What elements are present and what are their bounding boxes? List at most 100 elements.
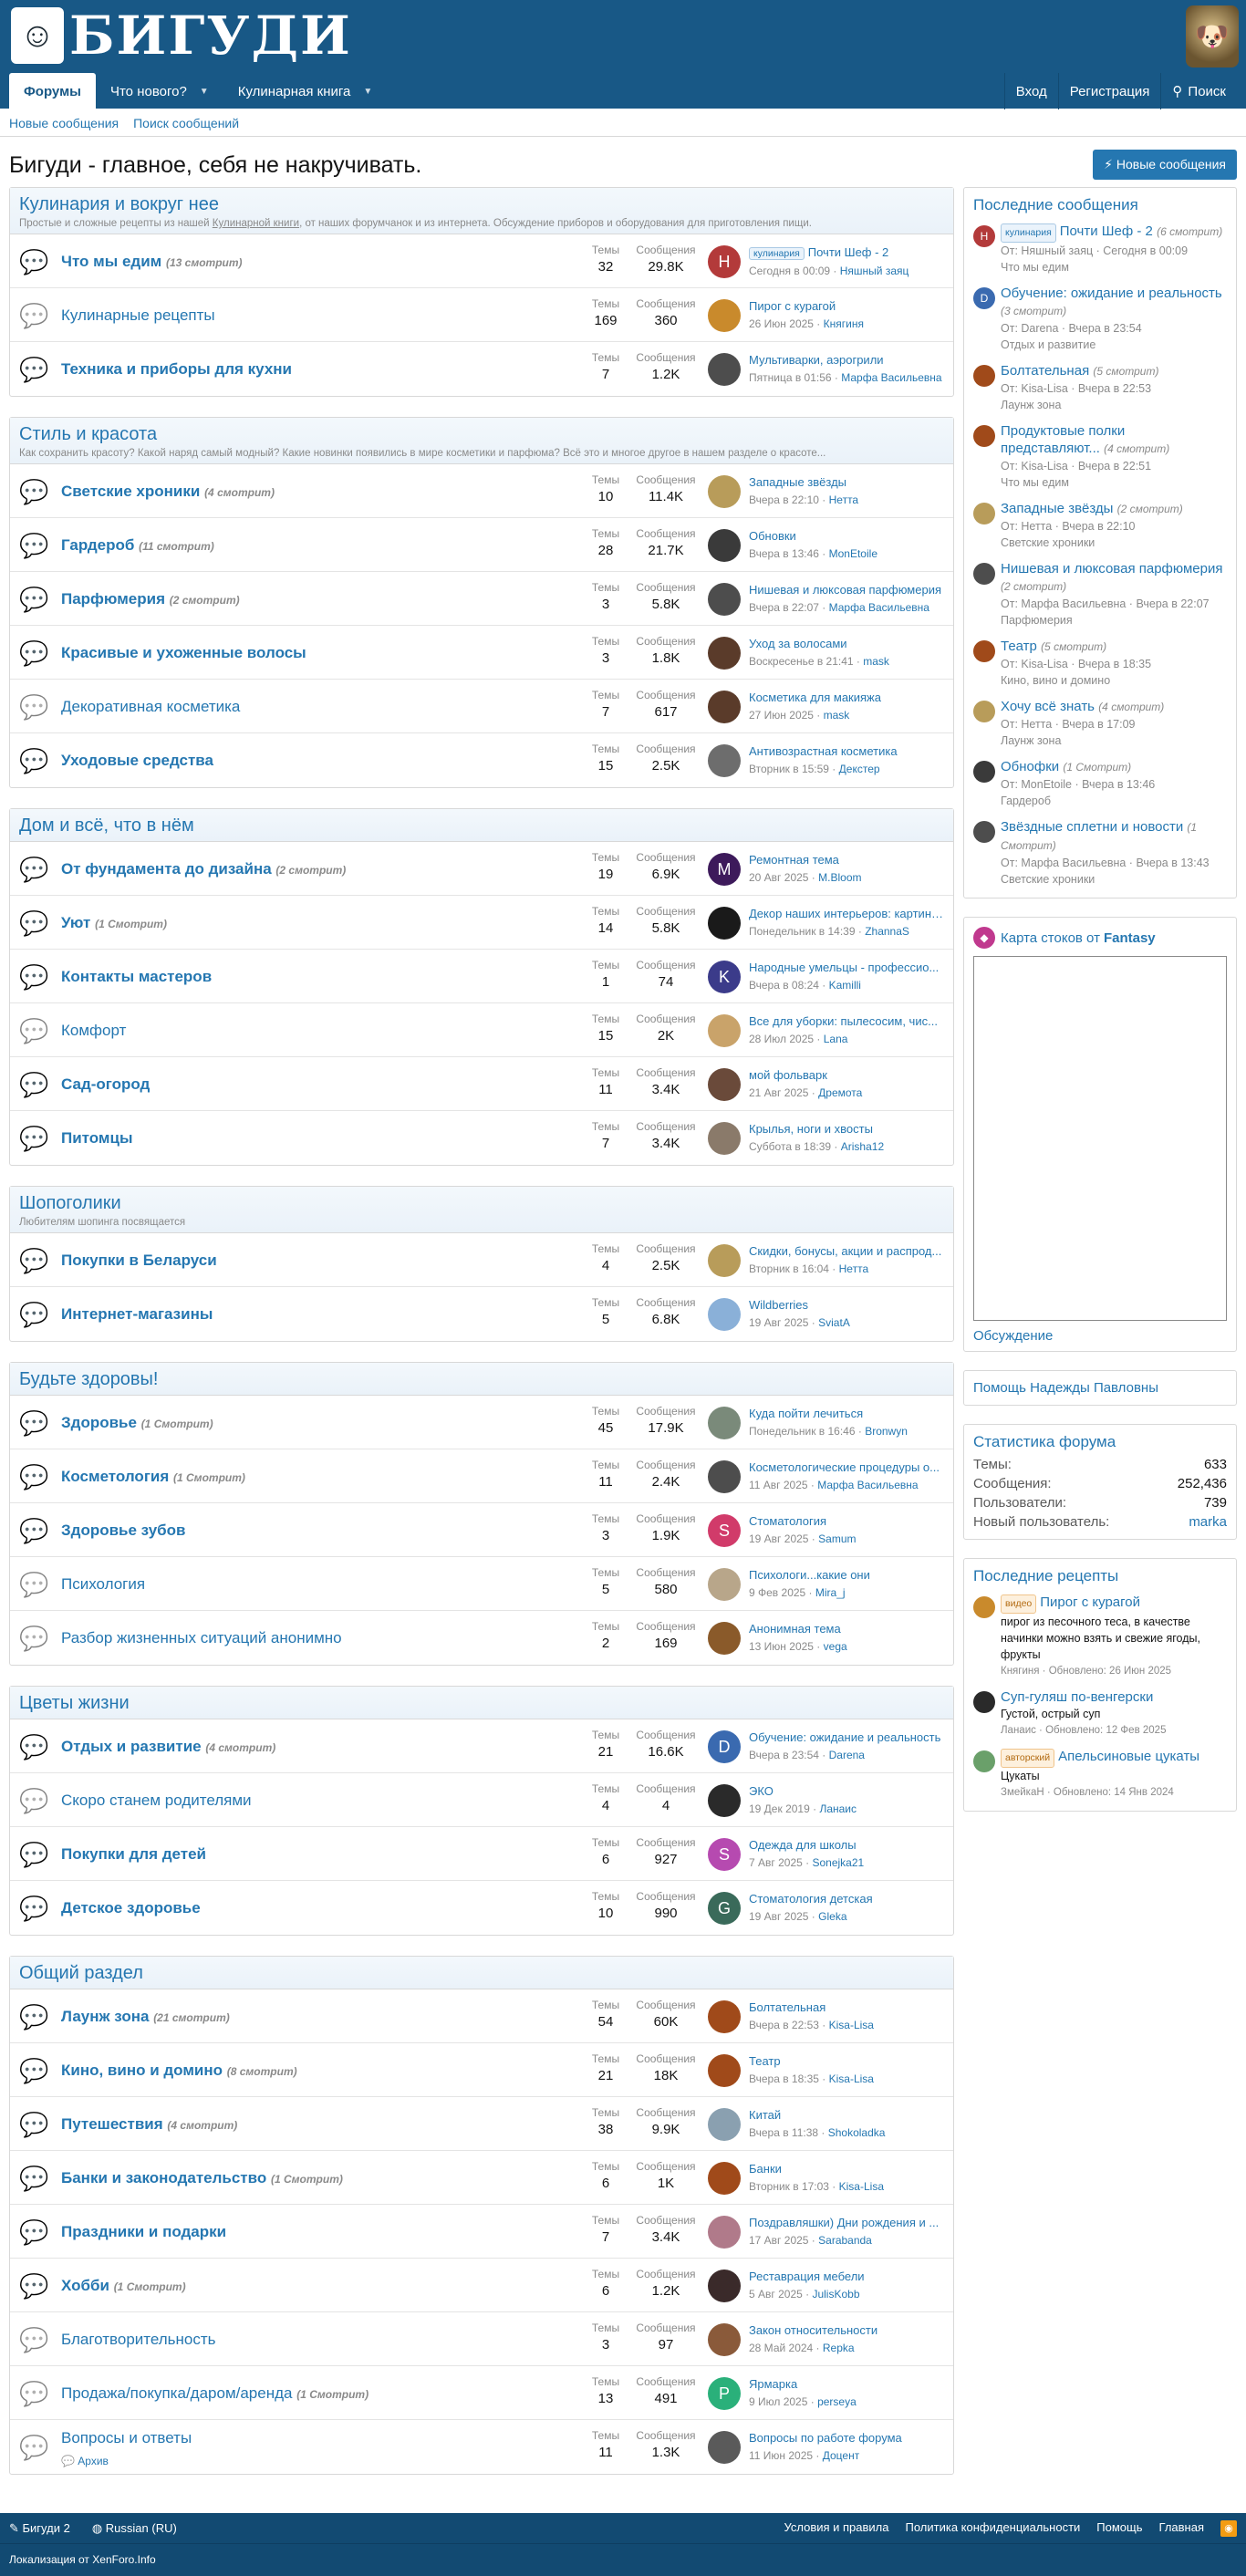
forum-row[interactable]: 💬 Косметология (1 Смотрит) Темы 11 Сообщения… xyxy=(10,1449,953,1503)
last-post-title[interactable]: Поздравляшки) Дни рождения и ... xyxy=(749,2216,948,2229)
last-post-user[interactable]: Ланаис xyxy=(819,1802,857,1815)
last-post-title[interactable]: Одежда для школы xyxy=(749,1838,948,1852)
user-avatar[interactable] xyxy=(708,2162,741,2195)
last-post-user[interactable]: ZhannaS xyxy=(865,925,909,938)
forum-title[interactable]: Комфорт xyxy=(61,1022,126,1040)
latest-post-forum[interactable]: Светские хроники xyxy=(1001,871,1227,888)
tab-whats-new[interactable]: Что нового? ▼ xyxy=(96,73,223,109)
forum-row[interactable]: 💬 Сад-огород Темы 11 Сообщения 3.4K мой фольва… xyxy=(10,1057,953,1111)
user-avatar[interactable] xyxy=(973,821,995,843)
last-post-title[interactable]: Декор наших интерьеров: картины... xyxy=(749,907,948,920)
forum-row[interactable]: 💬 Питомцы Темы 7 Сообщения 3.4K Крылья, ноги и… xyxy=(10,1111,953,1165)
last-post-title[interactable]: Косметика для макияжа xyxy=(749,691,948,704)
forum-title[interactable]: Благотворительность xyxy=(61,2331,216,2349)
forum-title[interactable]: Покупки для детей xyxy=(61,1845,206,1864)
style-chooser[interactable]: ✎ Бигуди 2 xyxy=(9,2521,81,2535)
last-post-user[interactable]: Bronwyn xyxy=(865,1425,908,1438)
last-post-title[interactable]: Болтательная xyxy=(749,2000,948,2014)
tab-forums[interactable]: Форумы xyxy=(9,73,96,109)
user-avatar[interactable] xyxy=(708,2216,741,2249)
forum-row[interactable]: 💬 Уходовые средства Темы 15 Сообщения 2.5K Ант… xyxy=(10,733,953,787)
last-post-title[interactable]: Обновки xyxy=(749,529,948,543)
user-avatar[interactable] xyxy=(708,1784,741,1817)
forum-row[interactable]: 💬 Банки и законодательство (1 Смотрит) Тем… xyxy=(10,2151,953,2205)
forum-row[interactable]: 💬 Праздники и подарки Темы 7 Сообщения 3.4K По… xyxy=(10,2205,953,2259)
last-post-user[interactable]: Марфа Васильевна xyxy=(829,601,929,614)
latest-post-title[interactable]: Обнофки (1 Смотрит) xyxy=(1001,758,1227,776)
forum-title[interactable]: Красивые и ухоженные волосы xyxy=(61,644,306,662)
last-post-title[interactable]: Куда пойти лечиться xyxy=(749,1407,948,1420)
user-avatar[interactable]: P xyxy=(708,2377,741,2410)
last-post-title[interactable]: Уход за волосами xyxy=(749,637,948,650)
forum-title[interactable]: Скоро станем родителями xyxy=(61,1792,252,1810)
forum-title[interactable]: Праздники и подарки xyxy=(61,2223,226,2241)
last-post-title[interactable]: Стоматология xyxy=(749,1514,948,1528)
last-post-title[interactable]: Психологи...какие они xyxy=(749,1568,948,1582)
recipe-title[interactable]: авторский Апельсиновые цукаты xyxy=(1001,1748,1227,1768)
user-avatar[interactable] xyxy=(708,299,741,332)
user-avatar[interactable] xyxy=(708,1460,741,1493)
cookbook-link[interactable]: Кулинарной книги xyxy=(213,218,299,229)
user-avatar[interactable] xyxy=(708,1068,741,1101)
recipe-title[interactable]: видео Пирог с курагой xyxy=(1001,1594,1227,1614)
forum-title[interactable]: Здоровье зубов xyxy=(61,1522,186,1540)
last-post-title[interactable]: ЭКО xyxy=(749,1784,948,1798)
latest-post-title[interactable]: кулинария Почти Шеф - 2 (6 смотрит) xyxy=(1001,223,1227,243)
category-title[interactable]: Шопоголики xyxy=(19,1193,944,1214)
last-post-user[interactable]: Марфа Васильевна xyxy=(841,371,941,384)
forum-title[interactable]: Банки и законодательство (1 Смотрит) xyxy=(61,2169,343,2187)
recipe-title[interactable]: Суп-гуляш по-венгерски xyxy=(1001,1688,1227,1706)
forum-title[interactable]: Отдых и развитие (4 смотрит) xyxy=(61,1738,275,1756)
last-post-title[interactable]: Все для уборки: пылесосим, чис... xyxy=(749,1014,948,1028)
last-post-title[interactable]: кулинария Почти Шеф - 2 xyxy=(749,245,948,260)
last-post-user[interactable]: perseya xyxy=(817,2395,857,2408)
forum-row[interactable]: 💬 Кулинарные рецепты Темы 169 Сообщения 360 Пи… xyxy=(10,288,953,342)
user-avatar[interactable] xyxy=(708,1568,741,1601)
chevron-down-icon[interactable]: ▼ xyxy=(363,87,372,97)
last-post-title[interactable]: Народные умельцы - профессио... xyxy=(749,961,948,974)
forum-title[interactable]: Что мы едим (13 смотрит) xyxy=(61,253,243,271)
forum-title[interactable]: Покупки в Беларуси xyxy=(61,1252,217,1270)
last-post-title[interactable]: Ярмарка xyxy=(749,2377,948,2391)
last-post-user[interactable]: Gleka xyxy=(818,1910,846,1923)
category-title[interactable]: Будьте здоровы! xyxy=(19,1369,944,1390)
thread-prefix[interactable]: кулинария xyxy=(749,247,805,260)
forum-row[interactable]: 💬 Отдых и развитие (4 смотрит) Темы 21 Сообщ… xyxy=(10,1719,953,1773)
forum-row[interactable]: 💬 Техника и приборы для кухни Темы 7 Сообщен… xyxy=(10,342,953,396)
user-avatar[interactable]: D xyxy=(708,1730,741,1763)
last-post-user[interactable]: Lana xyxy=(824,1033,848,1045)
user-avatar[interactable] xyxy=(708,1407,741,1439)
user-avatar[interactable]: Н xyxy=(973,225,995,247)
user-avatar[interactable] xyxy=(973,761,995,783)
fantasy-frame[interactable] xyxy=(973,956,1227,1321)
user-avatar[interactable] xyxy=(708,1244,741,1277)
forum-row[interactable]: 💬 Разбор жизненных ситуаций анонимно Темы 2… xyxy=(10,1611,953,1665)
new-posts-button[interactable]: ⚡ Новые сообщения xyxy=(1093,150,1237,180)
last-post-user[interactable]: Дремота xyxy=(818,1086,862,1099)
user-avatar[interactable] xyxy=(708,1298,741,1331)
last-post-title[interactable]: Скидки, бонусы, акции и распрод... xyxy=(749,1244,948,1258)
user-avatar[interactable] xyxy=(708,637,741,670)
latest-post-title[interactable]: Хочу всё знать (4 смотрит) xyxy=(1001,698,1227,716)
recipe-prefix[interactable]: видео xyxy=(1001,1594,1037,1614)
user-avatar[interactable]: K xyxy=(708,961,741,993)
tab-cookbook[interactable]: Кулинарная книга ▼ xyxy=(223,73,388,109)
forum-row[interactable]: 💬 Скоро станем родителями Темы 4 Сообщения 4 Э… xyxy=(10,1773,953,1827)
forum-row[interactable]: 💬 Хобби (1 Смотрит) Темы 6 Сообщения 1.2K Рест… xyxy=(10,2259,953,2312)
latest-post-title[interactable]: Нишевая и люксовая парфюмерия (2 смотрит… xyxy=(1001,560,1227,596)
user-avatar[interactable] xyxy=(973,1750,995,1772)
latest-post-title[interactable]: Продуктовые полки представляют... (4 смо… xyxy=(1001,422,1227,458)
user-avatar[interactable] xyxy=(973,365,995,387)
forum-row[interactable]: 💬 Лаунж зона (21 смотрит) Темы 54 Сообщения 6… xyxy=(10,1989,953,2043)
forum-row[interactable]: 💬 Красивые и ухоженные волосы Темы 3 Сообщен… xyxy=(10,626,953,680)
last-post-title[interactable]: Нишевая и люксовая парфюмерия xyxy=(749,583,948,597)
user-avatar[interactable] xyxy=(708,2270,741,2302)
last-post-user[interactable]: Kisa-Lisa xyxy=(829,2019,874,2031)
last-post-title[interactable]: Мультиварки, аэрогрили xyxy=(749,353,948,367)
last-post-user[interactable]: Нетта xyxy=(839,1262,868,1275)
forum-title[interactable]: Психология xyxy=(61,1575,145,1594)
register-button[interactable]: Регистрация xyxy=(1057,73,1161,109)
last-post-user[interactable]: Darena xyxy=(829,1749,865,1761)
forum-title[interactable]: Техника и приборы для кухни xyxy=(61,360,292,379)
forum-row[interactable]: 💬 Путешествия (4 смотрит) Темы 38 Сообщения 9… xyxy=(10,2097,953,2151)
